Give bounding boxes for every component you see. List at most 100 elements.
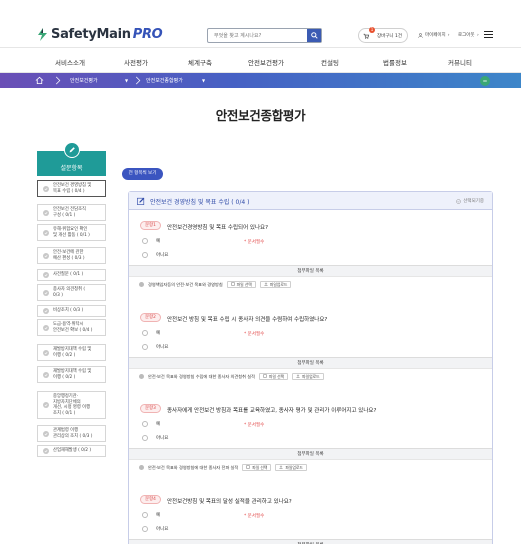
sidebar-item[interactable]: 재발방지대책 수립 및 이행 ( 0/2 ) [37, 366, 106, 383]
chevron-right-icon: › [447, 32, 450, 38]
option-no[interactable]: 아니요 [142, 435, 168, 441]
sidebar-item-label: 중앙행정기관· 지방자치단체의 개선, 시정 명령 이행 조치 ( 0/1 ) [53, 394, 90, 416]
file-upload-button[interactable]: 파일업로드 [275, 464, 307, 471]
menu-icon[interactable] [484, 31, 493, 38]
check-circle-icon [43, 252, 49, 259]
sidebar-item[interactable]: 산업재해발생 ( 0/2 ) [37, 445, 106, 457]
radio-button[interactable] [142, 512, 148, 518]
mypage-link[interactable]: 마이페이지 › [418, 32, 450, 38]
sidebar-header: 설문항목 [37, 142, 106, 176]
cart-label: 장바구니 1건 [377, 33, 402, 39]
radio-button[interactable] [142, 252, 148, 258]
option-yes[interactable]: 예 [142, 330, 160, 336]
site-header: SafetyMain PRO 1 장바구니 1건 마이페이지 › 로그아웃 › [0, 0, 521, 48]
radio-button[interactable] [142, 526, 148, 532]
check-circle-icon [43, 349, 49, 356]
sidebar-item-label: 산업재해발생 ( 0/2 ) [53, 448, 91, 454]
check-circle-icon [456, 198, 462, 204]
cart-button[interactable]: 1 장바구니 1건 [358, 27, 408, 43]
required-note: * 문서필수 [244, 240, 265, 245]
sidebar-item[interactable]: 비상조치 ( 0/3 ) [37, 305, 106, 317]
sidebar-item-label-line: 안전보건 경영방침 및 [53, 183, 92, 188]
search-input[interactable] [208, 29, 308, 42]
sidebar-item[interactable]: 사전질문 ( 0/1 ) [37, 269, 106, 281]
option-label: 아니요 [156, 436, 169, 441]
question-text: 안전보건경영방침 및 목표 수립되어 있나요? [167, 225, 268, 231]
attachment-row: 안전·보건 목표와 경영방침에 대한 종사자 전파 실적 파일 선택 파일업로드 [139, 464, 307, 471]
caret-down-icon[interactable]: ▼ [125, 78, 128, 83]
sidebar-item-label-line: 사전질문 ( 0/1 ) [53, 272, 84, 277]
file-select-button[interactable]: 파일 선택 [226, 281, 256, 288]
logout-label: 로그아웃 [458, 33, 475, 38]
radio-button[interactable] [142, 344, 148, 350]
nav-item-service[interactable]: 서비스소개 [55, 57, 85, 67]
search-button[interactable] [307, 29, 321, 42]
sidebar-item[interactable]: 안전보건 전담조직 구성 ( 0/1 ) [37, 204, 106, 221]
check-circle-icon [43, 271, 49, 278]
check-circle-icon [43, 289, 49, 296]
sidebar-item-label: 안전보건 전담조직 구성 ( 0/1 ) [53, 207, 86, 218]
sidebar-item[interactable]: 도급·용역·위탁시 안전보건 확보 ( 0/4 ) [37, 319, 106, 336]
sidebar-item-label-line: 개선, 시정 명령 이행 [53, 405, 91, 410]
file-select-button[interactable]: 파일 선택 [242, 464, 272, 471]
file-select-button[interactable]: 파일 선택 [258, 373, 289, 380]
sidebar-item-label-line: 종사자 의견청취 ( [53, 287, 86, 292]
radio-button[interactable] [142, 421, 148, 427]
nav-item-community[interactable]: 커뮤니티 [448, 57, 472, 67]
option-yes[interactable]: 예 [142, 238, 160, 244]
option-yes[interactable]: 예 [142, 421, 160, 427]
nav-item-system[interactable]: 체계구축 [188, 57, 212, 67]
caret-down-icon[interactable]: ▼ [202, 78, 205, 83]
sidebar-title: 설문항목 [60, 165, 83, 172]
option-label: 예 [156, 331, 161, 336]
share-button[interactable] [480, 75, 490, 86]
nav-item-consulting[interactable]: 컨설팅 [321, 57, 339, 67]
sidebar-item-label-line: 0/3 ) [53, 292, 63, 298]
sidebar-item-label-line: 안전·보건에 관한 [53, 250, 84, 255]
question-text: 안전보건방침 및 목표의 달성 실적을 관리하고 있나요? [167, 499, 292, 505]
nav-item-pre-assessment[interactable]: 사전평가 [124, 57, 148, 67]
option-no[interactable]: 아니요 [142, 252, 168, 258]
sidebar-item-label-line: 구성 ( 0/1 ) [53, 212, 76, 218]
option-no[interactable]: 아니요 [142, 344, 168, 350]
home-icon[interactable] [35, 76, 44, 85]
radio-button[interactable] [142, 330, 148, 336]
sidebar-item-label-line: 재발방지대책 수립 및 [53, 369, 92, 374]
breadcrumb-level2[interactable]: 안전보건종합평가 [146, 77, 183, 84]
sidebar-item-label: 사전질문 ( 0/1 ) [53, 272, 83, 278]
question-text: 안전보건 방침 및 목표 수립 시 종사자 의견을 수렴하여 수립하였나요? [167, 317, 328, 323]
search-icon [310, 32, 318, 39]
sidebar-item-label: 유해·위험요인 확인 및 개선 활동 ( 0/1 ) [53, 227, 90, 238]
file-upload-button[interactable]: 파일업로드 [292, 373, 324, 380]
section-header: 안전보건 경영방침 및 목표 수립 ( 0/4 ) 선택되기중 [129, 192, 492, 210]
attachment-label: 안전·보건 목표와 경영방침 수립에 대한 종사자 의견청취 실적 [148, 373, 255, 379]
file-upload-button[interactable]: 파일업로드 [259, 281, 292, 288]
cart-icon [363, 33, 369, 39]
breadcrumb-level1[interactable]: 안전보건평가 [70, 77, 98, 84]
attachment-dot-icon [139, 282, 144, 287]
question-tag: 문항4 [140, 495, 161, 504]
sidebar-item[interactable]: 유해·위험요인 확인 및 개선 활동 ( 0/1 ) [37, 224, 106, 241]
option-yes[interactable]: 예 [142, 512, 160, 518]
radio-button[interactable] [142, 435, 148, 441]
sidebar-item[interactable]: 안전보건 경영방침 및 목표 수립 ( 0/4 ) [37, 180, 106, 197]
sidebar-item[interactable]: 관계법령 이행 관리상의 조치 ( 0/3 ) [37, 425, 106, 442]
attachment-dot-icon [139, 465, 144, 470]
chevron-right-icon: › [477, 33, 479, 38]
sidebar-item[interactable]: 종사자 의견청취 (0/3 ) [37, 284, 106, 301]
option-label: 아니요 [156, 527, 169, 532]
logout-link[interactable]: 로그아웃 › [458, 32, 479, 38]
sidebar-item[interactable]: 재발방지대책 수립 및 이행 ( 0/2 ) [37, 344, 106, 361]
attachment-header: 첨부파일 목록 [129, 357, 492, 369]
section-status-label: 선택되기중 [463, 199, 484, 204]
option-no[interactable]: 아니요 [142, 526, 168, 532]
logo[interactable]: SafetyMain PRO [37, 27, 163, 42]
view-all-button[interactable]: 전 항목씩 보기 [122, 168, 163, 180]
required-note: * 문서필수 [244, 423, 265, 428]
radio-button[interactable] [142, 238, 148, 244]
nav-item-safety-assessment[interactable]: 안전보건평가 [248, 57, 284, 67]
sidebar-item[interactable]: 중앙행정기관· 지방자치단체의 개선, 시정 명령 이행 조치 ( 0/1 ) [37, 391, 106, 419]
nav-item-law[interactable]: 법률정보 [383, 57, 407, 67]
sidebar-item[interactable]: 안전·보건에 관한 예산 편성 ( 0/3 ) [37, 247, 106, 264]
sidebar-item-label: 안전·보건에 관한 예산 편성 ( 0/3 ) [53, 250, 85, 261]
